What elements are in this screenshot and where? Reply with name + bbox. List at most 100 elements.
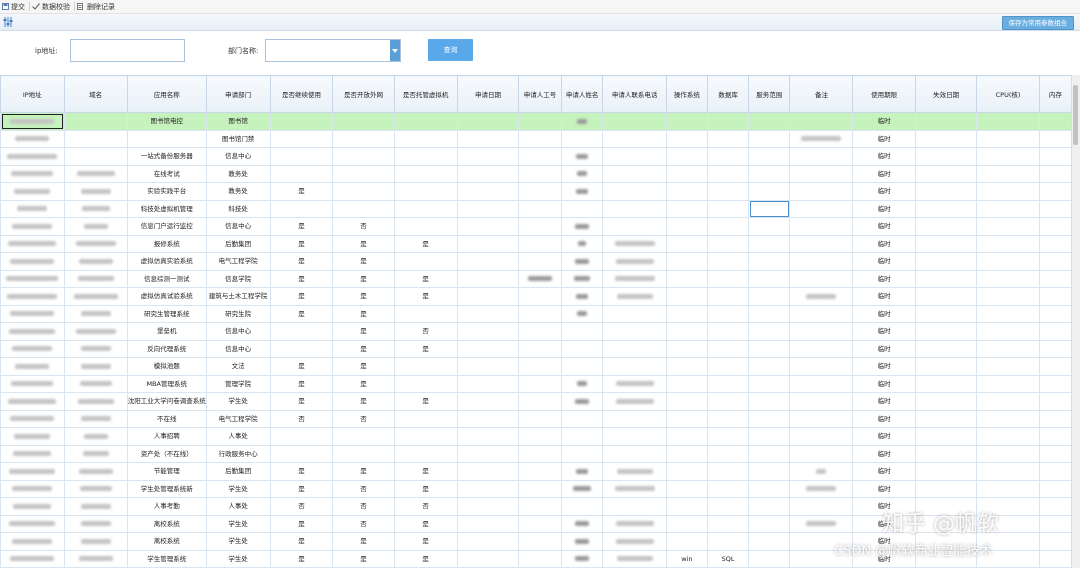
chevron-down-icon[interactable]: [390, 40, 400, 61]
service-scope-cell[interactable]: [748, 357, 791, 376]
memory-cell[interactable]: [1038, 549, 1072, 568]
table-row[interactable]: 资产处（不在线） 行政服务中心 临时: [0, 444, 1072, 463]
applicant-id-cell[interactable]: [518, 112, 562, 131]
expire-cell[interactable]: [914, 339, 978, 358]
apply-date-cell[interactable]: [456, 409, 520, 428]
apply-date-cell[interactable]: [456, 112, 520, 131]
db-cell[interactable]: SQL: [707, 549, 750, 568]
continue-use-cell[interactable]: 是: [269, 269, 334, 288]
ip-cell[interactable]: [0, 357, 65, 376]
term-cell[interactable]: 临时: [852, 392, 916, 411]
memory-cell[interactable]: [1038, 462, 1072, 481]
continue-use-cell[interactable]: [269, 199, 334, 218]
applicant-id-cell[interactable]: [518, 444, 562, 463]
remark-cell[interactable]: [789, 269, 854, 288]
domain-cell[interactable]: [63, 287, 128, 306]
continue-use-cell[interactable]: [269, 112, 334, 131]
remark-cell[interactable]: [789, 392, 854, 411]
os-cell[interactable]: [665, 374, 709, 393]
remark-cell[interactable]: [789, 182, 854, 201]
table-row[interactable]: 堡垒机 信息中心 是 否 临时: [0, 322, 1072, 341]
db-cell[interactable]: [707, 479, 750, 498]
domain-cell[interactable]: [63, 357, 128, 376]
domain-cell[interactable]: [63, 497, 128, 516]
ip-cell[interactable]: [0, 444, 65, 463]
applicant-id-cell[interactable]: [518, 532, 562, 551]
continue-use-cell[interactable]: 是: [269, 479, 334, 498]
hosted-vm-cell[interactable]: 是: [393, 462, 458, 481]
dept-cell[interactable]: 图书馆: [205, 112, 271, 131]
apply-date-cell[interactable]: [456, 304, 520, 323]
expire-cell[interactable]: [914, 427, 978, 446]
dept-cell[interactable]: 学生处: [205, 532, 271, 551]
domain-cell[interactable]: [63, 427, 128, 446]
ip-cell[interactable]: [0, 497, 65, 516]
continue-use-cell[interactable]: [269, 427, 334, 446]
cpu-cell[interactable]: [976, 182, 1040, 201]
header-cpu-col[interactable]: CPU(核): [976, 75, 1040, 113]
service-scope-cell[interactable]: [748, 147, 791, 166]
hosted-vm-cell[interactable]: 是: [393, 287, 458, 306]
os-cell[interactable]: [665, 287, 709, 306]
db-cell[interactable]: [707, 147, 750, 166]
domain-cell[interactable]: [63, 182, 128, 201]
header-os-col[interactable]: 操作系统: [665, 75, 709, 113]
applicant-name-cell[interactable]: [560, 339, 604, 358]
apply-date-cell[interactable]: [456, 392, 520, 411]
hosted-vm-cell[interactable]: [393, 374, 458, 393]
ip-cell[interactable]: [0, 304, 65, 323]
table-row[interactable]: 学生处管理系统新 学生处 是 否 是 临时: [0, 479, 1072, 498]
external-net-cell[interactable]: 是: [332, 339, 395, 358]
applicant-name-cell[interactable]: [560, 497, 604, 516]
db-cell[interactable]: [707, 164, 750, 183]
expire-cell[interactable]: [914, 392, 978, 411]
remark-cell[interactable]: [789, 252, 854, 271]
domain-cell[interactable]: [63, 462, 128, 481]
remark-cell[interactable]: [789, 462, 854, 481]
expire-cell[interactable]: [914, 164, 978, 183]
service-scope-cell[interactable]: [748, 462, 791, 481]
expire-cell[interactable]: [914, 217, 978, 236]
dept-cell[interactable]: 行政服务中心: [205, 444, 271, 463]
os-cell[interactable]: [665, 217, 709, 236]
expire-cell[interactable]: [914, 322, 978, 341]
hosted-vm-cell[interactable]: 是: [393, 514, 458, 533]
header-external-net-col[interactable]: 是否开放外网: [332, 75, 395, 113]
header-app-name-col[interactable]: 应用名称: [126, 75, 207, 113]
table-row[interactable]: 研究生管理系统 研究生院 是 是 临时: [0, 304, 1072, 323]
db-cell[interactable]: [707, 462, 750, 481]
external-net-cell[interactable]: [332, 147, 395, 166]
external-net-cell[interactable]: [332, 444, 395, 463]
domain-cell[interactable]: [63, 129, 128, 148]
service-scope-cell[interactable]: [748, 234, 791, 253]
applicant-id-cell[interactable]: [518, 217, 562, 236]
os-cell[interactable]: [665, 339, 709, 358]
applicant-id-cell[interactable]: [518, 182, 562, 201]
external-net-cell[interactable]: 是: [332, 234, 395, 253]
applicant-id-cell[interactable]: [518, 514, 562, 533]
domain-cell[interactable]: [63, 339, 128, 358]
applicant-name-cell[interactable]: [560, 164, 604, 183]
app-name-cell[interactable]: 虚拟仿真试验系统: [126, 287, 207, 306]
table-row[interactable]: 图书馆电控 图书馆 临时: [0, 112, 1072, 131]
app-name-cell[interactable]: 人事招聘: [126, 427, 207, 446]
applicant-name-cell[interactable]: [560, 199, 604, 218]
apply-date-cell[interactable]: [456, 234, 520, 253]
expire-cell[interactable]: [914, 444, 978, 463]
cpu-cell[interactable]: [976, 112, 1040, 131]
term-cell[interactable]: 临时: [852, 234, 916, 253]
memory-cell[interactable]: [1038, 252, 1072, 271]
hosted-vm-cell[interactable]: 否: [393, 322, 458, 341]
header-dept-col[interactable]: 申请部门: [205, 75, 271, 113]
term-cell[interactable]: 临时: [852, 304, 916, 323]
applicant-phone-cell[interactable]: [602, 549, 667, 568]
term-cell[interactable]: 临时: [852, 287, 916, 306]
dept-cell[interactable]: 信息中心: [205, 217, 271, 236]
applicant-id-cell[interactable]: [518, 462, 562, 481]
apply-date-cell[interactable]: [456, 357, 520, 376]
hosted-vm-cell[interactable]: [393, 357, 458, 376]
term-cell[interactable]: 临时: [852, 199, 916, 218]
header-applicant-id-col[interactable]: 申请人工号: [518, 75, 562, 113]
domain-cell[interactable]: [63, 514, 128, 533]
os-cell[interactable]: [665, 514, 709, 533]
